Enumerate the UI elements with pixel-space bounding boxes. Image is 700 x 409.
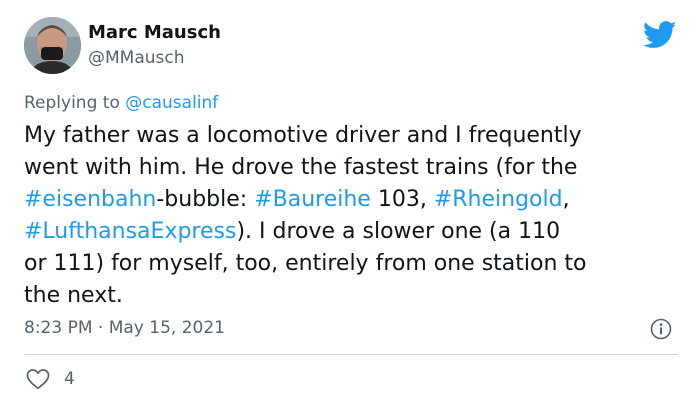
tweet-timestamp[interactable]: 8:23 PM · May 15, 2021 bbox=[24, 318, 225, 338]
hashtag-baureihe[interactable]: #Baureihe bbox=[254, 187, 371, 212]
tweet-text: My father was a locomotive driver and I … bbox=[24, 120, 684, 312]
hashtag-eisenbahn[interactable]: #eisenbahn bbox=[24, 187, 156, 212]
tweet-text-fragment: ). I drove a slower one (a 110 bbox=[236, 219, 561, 244]
tweet-line-6: the next. bbox=[24, 283, 123, 308]
hashtag-lufthansaexpress[interactable]: #LufthansaExpress bbox=[24, 219, 236, 244]
tweet-line-3: #eisenbahn-bubble: #Baureihe 103, #Rhein… bbox=[24, 184, 684, 216]
tweet-text-fragment: 103, bbox=[370, 187, 434, 212]
tweet-line-2: went with him. He drove the fastest trai… bbox=[24, 155, 578, 180]
avatar-photo bbox=[24, 17, 81, 74]
divider bbox=[24, 354, 678, 355]
twitter-bird-icon[interactable] bbox=[643, 21, 677, 49]
avatar[interactable] bbox=[24, 17, 81, 74]
tweet-line-5: or 111) for myself, too, entirely from o… bbox=[24, 251, 587, 276]
hashtag-rheingold[interactable]: #Rheingold bbox=[434, 187, 563, 212]
tweet-text-fragment: , bbox=[562, 187, 570, 212]
like-count: 4 bbox=[64, 369, 75, 389]
tweet-card: Marc Mausch @MMausch Replying to @causal… bbox=[0, 0, 700, 409]
info-icon[interactable] bbox=[650, 318, 672, 340]
heart-icon[interactable] bbox=[26, 368, 50, 390]
tweet-text-fragment: -bubble: bbox=[156, 187, 255, 212]
tweet-line-1: My father was a locomotive driver and I … bbox=[24, 123, 582, 148]
reply-mention-link[interactable]: @causalinf bbox=[125, 93, 218, 113]
tweet-line-4: #LufthansaExpress). I drove a slower one… bbox=[24, 216, 684, 248]
author-handle[interactable]: @MMausch bbox=[88, 48, 185, 68]
replying-to-prefix: Replying to bbox=[24, 93, 126, 113]
author-name[interactable]: Marc Mausch bbox=[88, 22, 221, 43]
replying-to: Replying to @causalinf bbox=[24, 93, 218, 113]
